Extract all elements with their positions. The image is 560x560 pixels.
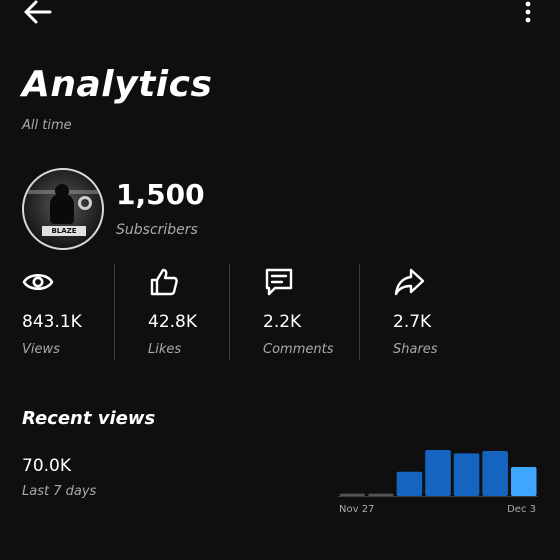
more-options-button[interactable] <box>518 0 538 26</box>
page-title: Analytics <box>22 64 213 105</box>
chart-bar <box>425 450 451 496</box>
subscriber-label: Subscribers <box>116 222 198 238</box>
arrow-left-icon <box>24 0 52 24</box>
eye-icon <box>22 273 54 291</box>
recent-views-value: 70.0K <box>22 456 71 476</box>
stat-comments: 2.2K Comments <box>263 264 353 360</box>
stat-label: Comments <box>263 342 334 357</box>
stat-label: Likes <box>148 342 182 357</box>
stat-value: 2.7K <box>393 312 432 332</box>
back-button[interactable] <box>22 0 56 26</box>
channel-avatar[interactable]: BLAZE <box>22 168 104 250</box>
chart-x-tick-label: Nov 27 <box>339 504 374 515</box>
stat-value: 843.1K <box>22 312 82 332</box>
chart-bar <box>368 493 394 496</box>
chart-bar <box>396 471 423 496</box>
time-range-label: All time <box>22 118 72 133</box>
stat-divider <box>359 264 360 360</box>
thumbs-up-icon <box>150 268 178 296</box>
share-icon <box>394 268 425 296</box>
chart-bar <box>510 466 537 496</box>
chart-bar <box>482 450 508 496</box>
chart-x-tick-label: Dec 3 <box>507 504 536 515</box>
stat-value: 42.8K <box>148 312 197 332</box>
chart-bar <box>453 453 480 496</box>
recent-views-heading: Recent views <box>22 408 156 429</box>
recent-views-chart[interactable]: Nov 27 Dec 3 <box>336 440 540 520</box>
comment-icon <box>265 268 293 296</box>
stat-views: 843.1K Views <box>22 264 110 360</box>
stat-label: Views <box>22 342 60 357</box>
subscriber-count: 1,500 <box>116 178 205 211</box>
avatar-logo-text: BLAZE <box>42 226 86 236</box>
more-vertical-icon <box>525 1 531 23</box>
stat-value: 2.2K <box>263 312 302 332</box>
stat-divider <box>229 264 230 360</box>
chart-bar <box>339 493 366 496</box>
stat-divider <box>114 264 115 360</box>
stat-likes: 42.8K Likes <box>148 264 228 360</box>
recent-views-period: Last 7 days <box>22 484 97 499</box>
stat-shares: 2.7K Shares <box>393 264 473 360</box>
stat-label: Shares <box>393 342 438 357</box>
